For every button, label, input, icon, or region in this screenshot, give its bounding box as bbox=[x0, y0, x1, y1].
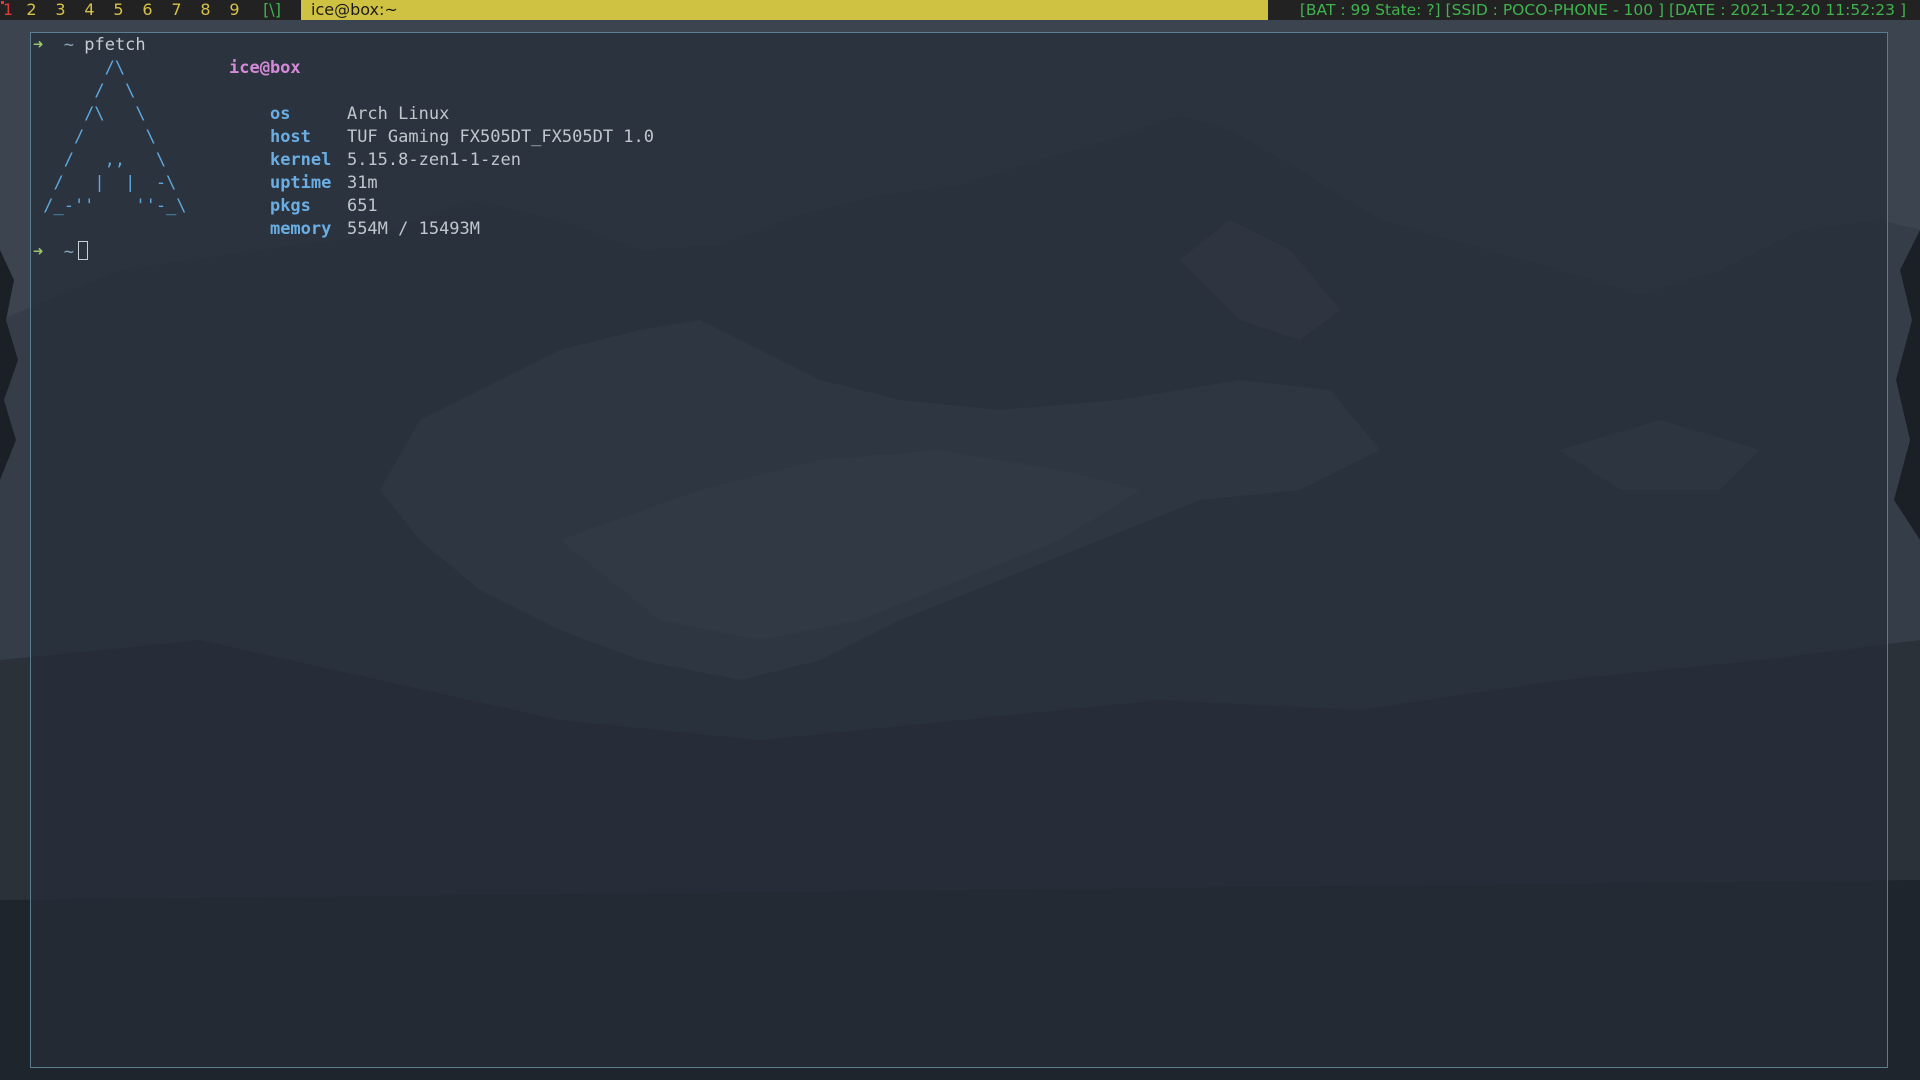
workspace-tag-2[interactable]: 2 bbox=[17, 0, 46, 20]
workspace-tag-label: 1 bbox=[3, 0, 14, 19]
arch-logo-line: /_-'' ''-_\ bbox=[33, 196, 187, 216]
prompt-arrow-icon: ➜ bbox=[33, 242, 44, 262]
workspace-tag-1[interactable]: 1 bbox=[0, 0, 17, 20]
info-row-memory: memory 554M / 15493M bbox=[229, 195, 480, 264]
system-status: [BAT : 99 State: ?] [SSID : POCO-PHONE -… bbox=[1299, 1, 1906, 19]
active-prompt-line[interactable]: ➜ ~ bbox=[33, 241, 88, 264]
terminal-window[interactable]: ➜ ~ pfetch /\ / \ /\ \ / \ / ,, \ / | | … bbox=[30, 32, 1888, 1068]
prompt-arrow-icon: ➜ bbox=[33, 35, 44, 55]
workspace-tag-8[interactable]: 8 bbox=[191, 0, 220, 20]
arch-logo-line: / | | -\ bbox=[33, 173, 177, 193]
workspace-tag-7[interactable]: 7 bbox=[162, 0, 191, 20]
arch-logo-line: / \ bbox=[33, 81, 136, 101]
workspace-tag-4[interactable]: 4 bbox=[75, 0, 104, 20]
workspace-tag-3[interactable]: 3 bbox=[46, 0, 75, 20]
user-host: ice@box bbox=[229, 58, 301, 78]
workspace-tag-5[interactable]: 5 bbox=[104, 0, 133, 20]
workspace-tags: 1 2 3 4 5 6 7 8 9 bbox=[0, 0, 249, 20]
window-title: ice@box:~ bbox=[301, 0, 1268, 20]
text-cursor bbox=[77, 241, 88, 260]
arch-logo-line: /\ bbox=[33, 58, 126, 78]
info-value: 554M / 15493M bbox=[346, 219, 481, 239]
prompt-directory: ~ bbox=[63, 242, 74, 262]
status-bar: 1 2 3 4 5 6 7 8 9 [\] ice@box:~ [BAT : 9… bbox=[0, 0, 1920, 20]
workspace-tag-6[interactable]: 6 bbox=[133, 0, 162, 20]
arch-logo-line: / \ bbox=[33, 127, 156, 147]
prompt-line: ➜ ~ pfetch bbox=[33, 34, 146, 57]
workspace-tag-9[interactable]: 9 bbox=[220, 0, 249, 20]
active-indicator-icon bbox=[1, 1, 4, 4]
command-text: pfetch bbox=[84, 35, 146, 55]
layout-indicator[interactable]: [\] bbox=[249, 0, 293, 20]
arch-logo-line: / ,, \ bbox=[33, 150, 167, 170]
info-key: memory bbox=[269, 219, 332, 239]
arch-logo-line: /\ \ bbox=[33, 104, 146, 124]
prompt-directory: ~ bbox=[63, 35, 74, 55]
